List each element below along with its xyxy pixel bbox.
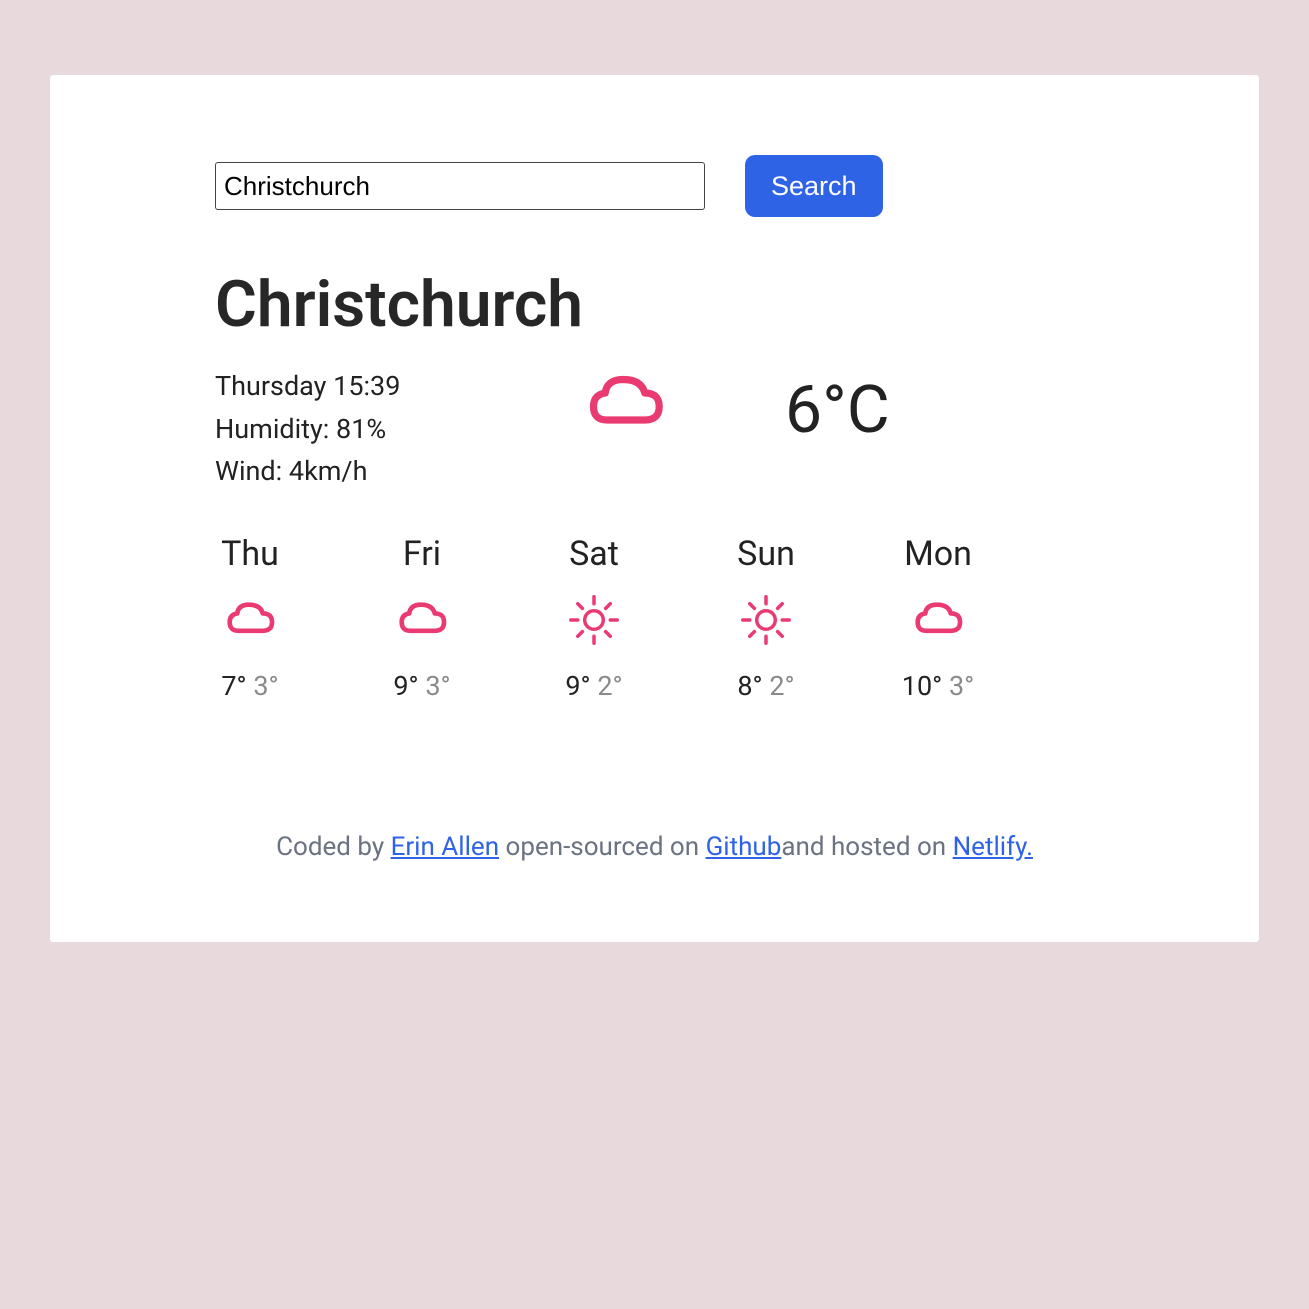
forecast-weather-icon	[549, 590, 639, 650]
forecast-high: 7°	[221, 670, 246, 702]
sun-icon	[565, 591, 623, 649]
forecast-high: 9°	[393, 670, 418, 702]
forecast-day-col: Sun 8° 2°	[721, 534, 811, 702]
author-link[interactable]: Erin Allen	[391, 832, 499, 862]
forecast-weather-icon	[721, 590, 811, 650]
forecast-row: Thu 7° 3° Fri 9° 3° Sat	[205, 534, 1094, 702]
forecast-day-label: Sat	[549, 534, 639, 574]
forecast-day-col: Mon 10° 3°	[893, 534, 983, 702]
forecast-temps: 10° 3°	[893, 670, 983, 702]
forecast-temps: 9° 3°	[377, 670, 467, 702]
current-humidity: Humidity: 81%	[215, 409, 535, 450]
forecast-day-col: Thu 7° 3°	[205, 534, 295, 702]
search-button[interactable]: Search	[745, 155, 883, 217]
forecast-day-label: Fri	[377, 534, 467, 574]
cloud-icon	[393, 596, 451, 642]
forecast-weather-icon	[893, 590, 983, 650]
forecast-day-col: Sat 9° 2°	[549, 534, 639, 702]
forecast-day-label: Sun	[721, 534, 811, 574]
city-search-input[interactable]	[215, 162, 705, 210]
footer-text: open-sourced on	[499, 832, 706, 862]
current-conditions-row: Thursday 15:39 Humidity: 81% Wind: 4km/h…	[215, 366, 1094, 494]
footer-text: and hosted on	[781, 832, 952, 862]
footer-text: Coded by	[276, 832, 391, 862]
current-details: Thursday 15:39 Humidity: 81% Wind: 4km/h	[215, 366, 535, 494]
forecast-low: 2°	[769, 670, 794, 702]
forecast-high: 9°	[565, 670, 590, 702]
forecast-high: 10°	[902, 670, 942, 702]
city-title: Christchurch	[215, 267, 1094, 342]
search-row: Search	[215, 155, 1094, 217]
forecast-temps: 8° 2°	[721, 670, 811, 702]
forecast-weather-icon	[377, 590, 467, 650]
forecast-temps: 9° 2°	[549, 670, 639, 702]
sun-icon	[737, 591, 795, 649]
footer: Coded by Erin Allen open-sourced on Gith…	[215, 832, 1094, 862]
forecast-temps: 7° 3°	[205, 670, 295, 702]
forecast-day-col: Fri 9° 3°	[377, 534, 467, 702]
github-link[interactable]: Github	[706, 832, 782, 862]
forecast-day-label: Thu	[205, 534, 295, 574]
forecast-low: 3°	[253, 670, 278, 702]
forecast-weather-icon	[205, 590, 295, 650]
forecast-low: 2°	[597, 670, 622, 702]
weather-card: Search Christchurch Thursday 15:39 Humid…	[50, 75, 1259, 942]
cloud-icon	[580, 366, 670, 438]
cloud-icon	[221, 596, 279, 642]
forecast-day-label: Mon	[893, 534, 983, 574]
forecast-high: 8°	[737, 670, 762, 702]
current-wind: Wind: 4km/h	[215, 451, 535, 492]
netlify-link[interactable]: Netlify.	[953, 832, 1033, 862]
forecast-low: 3°	[949, 670, 974, 702]
current-datetime: Thursday 15:39	[215, 366, 535, 407]
cloud-icon	[909, 596, 967, 642]
current-temperature: 6°C	[785, 366, 890, 449]
current-weather-icon	[565, 366, 685, 438]
forecast-low: 3°	[425, 670, 450, 702]
